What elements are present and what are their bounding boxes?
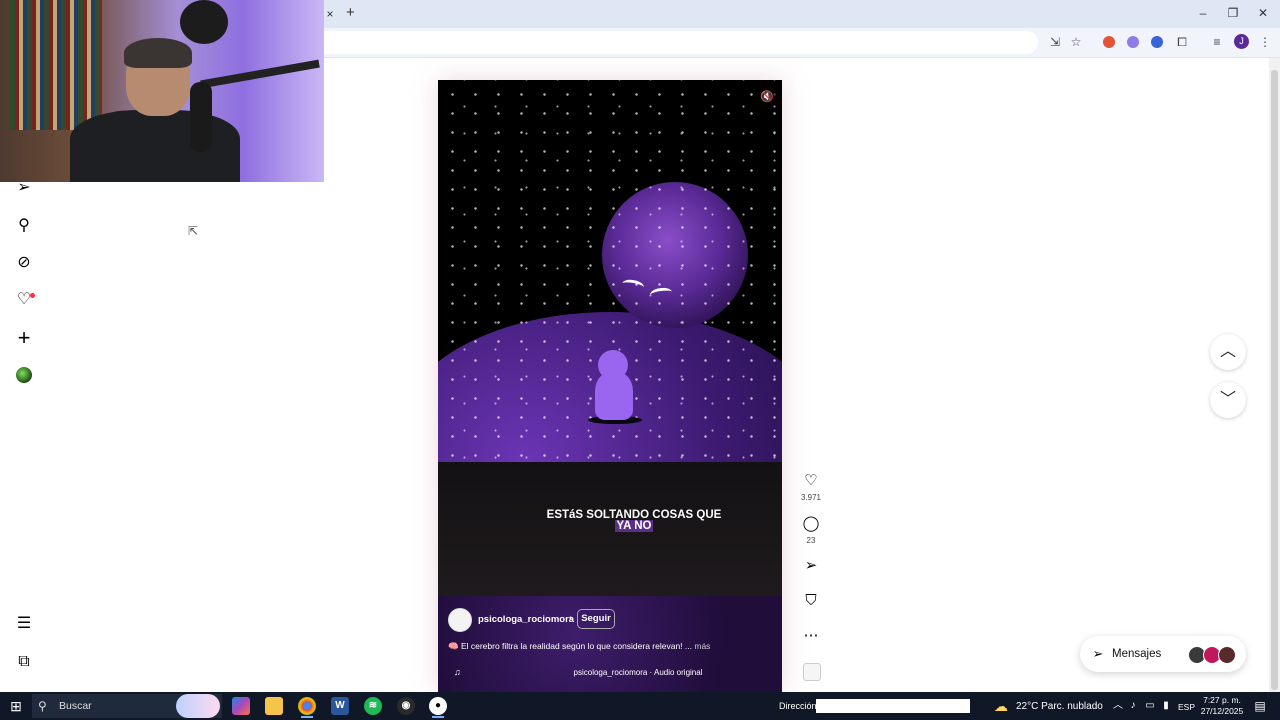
separator-dot: •: [569, 613, 573, 623]
address-toolbar-label: Dirección: [779, 701, 817, 711]
compass-icon[interactable]: ⊘: [14, 253, 34, 273]
messages-label[interactable]: Mensajes: [1112, 648, 1161, 660]
mic-arm: [200, 59, 320, 89]
profile-avatar[interactable]: J: [1234, 34, 1249, 49]
reel-description[interactable]: 🧠 El cerebro filtra la realidad según lo…: [448, 641, 768, 652]
save-bookmark-icon[interactable]: ⛉: [802, 592, 820, 610]
audio-thumbnail[interactable]: [803, 663, 821, 681]
close-window-button[interactable]: ✕: [1248, 4, 1278, 22]
browser-tab-strip: [324, 0, 1280, 28]
next-reel-button[interactable]: ﹀: [1210, 382, 1246, 418]
extension-blue-icon[interactable]: [1151, 36, 1163, 48]
audio-label[interactable]: psicologa_rociomora · Audio original: [548, 668, 728, 677]
wall-decoration: [180, 0, 228, 44]
message-avatar: [1218, 646, 1236, 664]
tray-chevron-icon[interactable]: ︿: [1112, 700, 1124, 712]
search-icon: ⚲: [38, 699, 47, 713]
weather-text[interactable]: 22°C Parc. nublado: [1016, 701, 1103, 712]
windows-start-icon[interactable]: ⊞: [8, 698, 24, 714]
bookshelf: [10, 0, 102, 130]
reel-video[interactable]: ESTáS SOLTANDO COSAS QUE YA NO 🔇 psicolo…: [438, 80, 782, 692]
spotify-icon[interactable]: ≋: [364, 697, 382, 715]
tab-close-icon[interactable]: ×: [324, 6, 336, 22]
language-indicator[interactable]: ESP: [1178, 702, 1195, 712]
scrollbar-thumb[interactable]: [1271, 70, 1278, 690]
share-icon[interactable]: ➢: [802, 557, 820, 575]
meta-icon[interactable]: ⧉: [14, 652, 34, 672]
new-tab-button[interactable]: +: [346, 4, 360, 22]
microphone: [190, 82, 212, 152]
media-controls-icon[interactable]: ≡: [1209, 35, 1225, 49]
music-note-icon: ♫: [454, 667, 461, 677]
like-count: 3.971: [800, 493, 822, 502]
weather-cloud-icon[interactable]: ☁: [994, 697, 1012, 715]
purple-figure-head: [598, 350, 628, 380]
owner-username[interactable]: psicologa_rociomora: [478, 614, 574, 625]
comment-count: 23: [806, 536, 816, 545]
webcam-overlay: [0, 0, 324, 182]
streamer-body: [70, 110, 240, 182]
volume-icon[interactable]: ♪: [1127, 700, 1139, 712]
profile-avatar-nav[interactable]: [16, 367, 32, 383]
extension-purple-icon[interactable]: [1127, 36, 1139, 48]
github-icon[interactable]: ●: [429, 697, 447, 715]
paper-plane-icon[interactable]: ➢: [14, 178, 34, 198]
taskbar-search-placeholder: Buscar: [59, 700, 92, 712]
mouse-cursor-icon: ⇱: [188, 224, 199, 238]
address-toolbar-input[interactable]: [816, 699, 970, 713]
menu-icon[interactable]: ☰: [14, 614, 34, 634]
word-icon[interactable]: W: [331, 697, 349, 715]
streamer-hair: [124, 38, 192, 68]
messages-plane-icon: ➢: [1092, 646, 1104, 661]
microphone-icon[interactable]: ▮: [1160, 700, 1172, 712]
extension-fox-icon[interactable]: [1103, 36, 1115, 48]
more-link[interactable]: más: [694, 641, 710, 651]
install-app-icon[interactable]: ⇲: [1047, 35, 1063, 49]
network-icon[interactable]: ▭: [1144, 700, 1156, 712]
clock-date: 27/12/2025: [1200, 706, 1244, 716]
like-heart-icon[interactable]: ♡: [802, 472, 820, 490]
video-caption: ESTáS SOLTANDO COSAS QUE YA NO: [534, 509, 734, 532]
address-bar[interactable]: [324, 31, 1038, 54]
chrome-icon[interactable]: [298, 697, 316, 715]
notification-dot: [30, 293, 35, 298]
owner-avatar[interactable]: [448, 608, 472, 632]
notification-center-icon[interactable]: ▤: [1252, 698, 1268, 714]
minimize-button[interactable]: –: [1188, 4, 1218, 22]
more-options-icon[interactable]: ⋯: [802, 627, 820, 645]
extensions-puzzle-icon[interactable]: ⧠: [1174, 35, 1190, 49]
search-icon[interactable]: ⚲: [14, 216, 34, 236]
obs-icon[interactable]: ◉: [397, 697, 415, 715]
bookmark-star-icon[interactable]: ☆: [1068, 35, 1084, 49]
clock-time: 7:27 p. m.: [1203, 695, 1241, 705]
chrome-menu-icon[interactable]: ⋮: [1257, 35, 1273, 49]
previous-reel-button[interactable]: ︿: [1210, 334, 1246, 370]
comment-icon[interactable]: ◯: [802, 515, 820, 533]
caption-line-2: YA NO: [614, 520, 654, 532]
active-app-indicator: [432, 716, 444, 718]
search-highlight-image[interactable]: [176, 694, 220, 718]
active-app-indicator: [301, 716, 313, 718]
copilot-icon[interactable]: [232, 697, 250, 715]
file-explorer-icon[interactable]: [265, 697, 283, 715]
plus-icon[interactable]: +: [14, 327, 34, 349]
restore-button[interactable]: ❐: [1218, 4, 1248, 22]
clock[interactable]: 7:27 p. m. 27/12/2025: [1198, 695, 1246, 717]
follow-button[interactable]: Seguir: [577, 609, 615, 629]
description-text: 🧠 El cerebro filtra la realidad según lo…: [448, 641, 692, 651]
mute-icon[interactable]: 🔇: [756, 88, 778, 106]
